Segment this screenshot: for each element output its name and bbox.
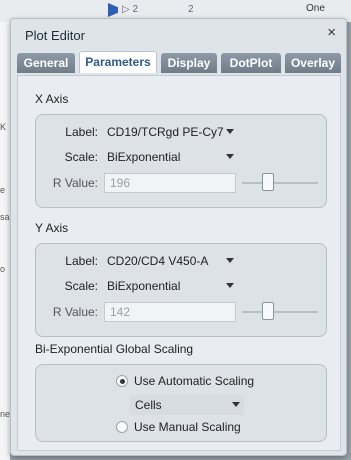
- background-text: sa: [0, 212, 10, 222]
- parameters-panel: X Axis Label: CD19/TCRgd PE-Cy7 Scale: B…: [17, 75, 341, 451]
- y-axis-heading: Y Axis: [35, 221, 69, 235]
- x-r-slider-track[interactable]: [242, 182, 318, 184]
- dialog-title: Plot Editor: [25, 28, 85, 43]
- chevron-down-icon: [226, 129, 234, 134]
- global-scaling-heading: Bi-Exponential Global Scaling: [35, 342, 194, 356]
- x-label-caption: Label:: [65, 125, 98, 139]
- background-text: ne: [0, 409, 11, 419]
- background-sidebar: K e sa o ne: [0, 22, 10, 460]
- radio-button[interactable]: [116, 421, 128, 433]
- automatic-scaling-label: Use Automatic Scaling: [134, 374, 255, 388]
- background-text: ▷ 2: [122, 4, 139, 15]
- y-label-value: CD20/CD4 V450-A: [107, 254, 209, 268]
- close-icon[interactable]: ×: [327, 24, 336, 41]
- x-scale-caption: Scale:: [64, 150, 98, 164]
- y-label-caption: Label:: [65, 254, 98, 268]
- radio-button[interactable]: [116, 375, 128, 387]
- chevron-down-icon: [226, 154, 234, 159]
- manual-scaling-label: Use Manual Scaling: [134, 420, 241, 434]
- scaling-population-value: Cells: [135, 398, 162, 412]
- tab-overlay[interactable]: Overlay: [285, 53, 341, 73]
- x-r-caption: R Value:: [52, 176, 98, 190]
- tab-general[interactable]: General: [17, 53, 75, 73]
- flag-icon: [108, 3, 118, 17]
- scaling-population-select[interactable]: Cells: [130, 395, 244, 415]
- y-scale-value: BiExponential: [107, 279, 181, 293]
- x-scale-select[interactable]: BiExponential: [102, 147, 238, 167]
- background-text: One: [306, 3, 325, 14]
- y-r-caption: R Value:: [52, 305, 98, 319]
- x-r-value-field[interactable]: 196: [104, 173, 236, 193]
- chevron-down-icon: [232, 402, 240, 407]
- x-label-value: CD19/TCRgd PE-Cy7: [107, 125, 224, 139]
- x-label-select[interactable]: CD19/TCRgd PE-Cy7: [102, 122, 238, 142]
- dialog-titlebar[interactable]: Plot Editor ×: [11, 19, 346, 49]
- background-text: e: [0, 185, 6, 195]
- x-axis-group: Label: CD19/TCRgd PE-Cy7 Scale: BiExpone…: [35, 114, 327, 208]
- x-r-slider-thumb[interactable]: [262, 173, 274, 191]
- background-text: o: [0, 264, 6, 274]
- chevron-down-icon: [226, 283, 234, 288]
- chevron-down-icon: [226, 258, 234, 263]
- y-r-slider-track[interactable]: [242, 311, 318, 313]
- y-r-value-field[interactable]: 142: [104, 302, 236, 322]
- tab-dotplot[interactable]: DotPlot: [221, 53, 281, 73]
- global-scaling-group: Use Automatic Scaling Cells Use Manual S…: [35, 364, 327, 442]
- x-scale-value: BiExponential: [107, 150, 181, 164]
- y-scale-select[interactable]: BiExponential: [102, 276, 238, 296]
- y-r-slider-thumb[interactable]: [262, 302, 274, 320]
- tab-display[interactable]: Display: [161, 53, 217, 73]
- tab-parameters[interactable]: Parameters: [79, 51, 157, 73]
- y-label-select[interactable]: CD20/CD4 V450-A: [102, 251, 238, 271]
- y-axis-group: Label: CD20/CD4 V450-A Scale: BiExponent…: [35, 243, 327, 337]
- plot-editor-dialog: Plot Editor × General Parameters Display…: [10, 18, 347, 456]
- background-text: 2: [188, 4, 194, 15]
- y-scale-caption: Scale:: [64, 279, 98, 293]
- background-text: K: [0, 122, 7, 132]
- x-axis-heading: X Axis: [35, 92, 69, 106]
